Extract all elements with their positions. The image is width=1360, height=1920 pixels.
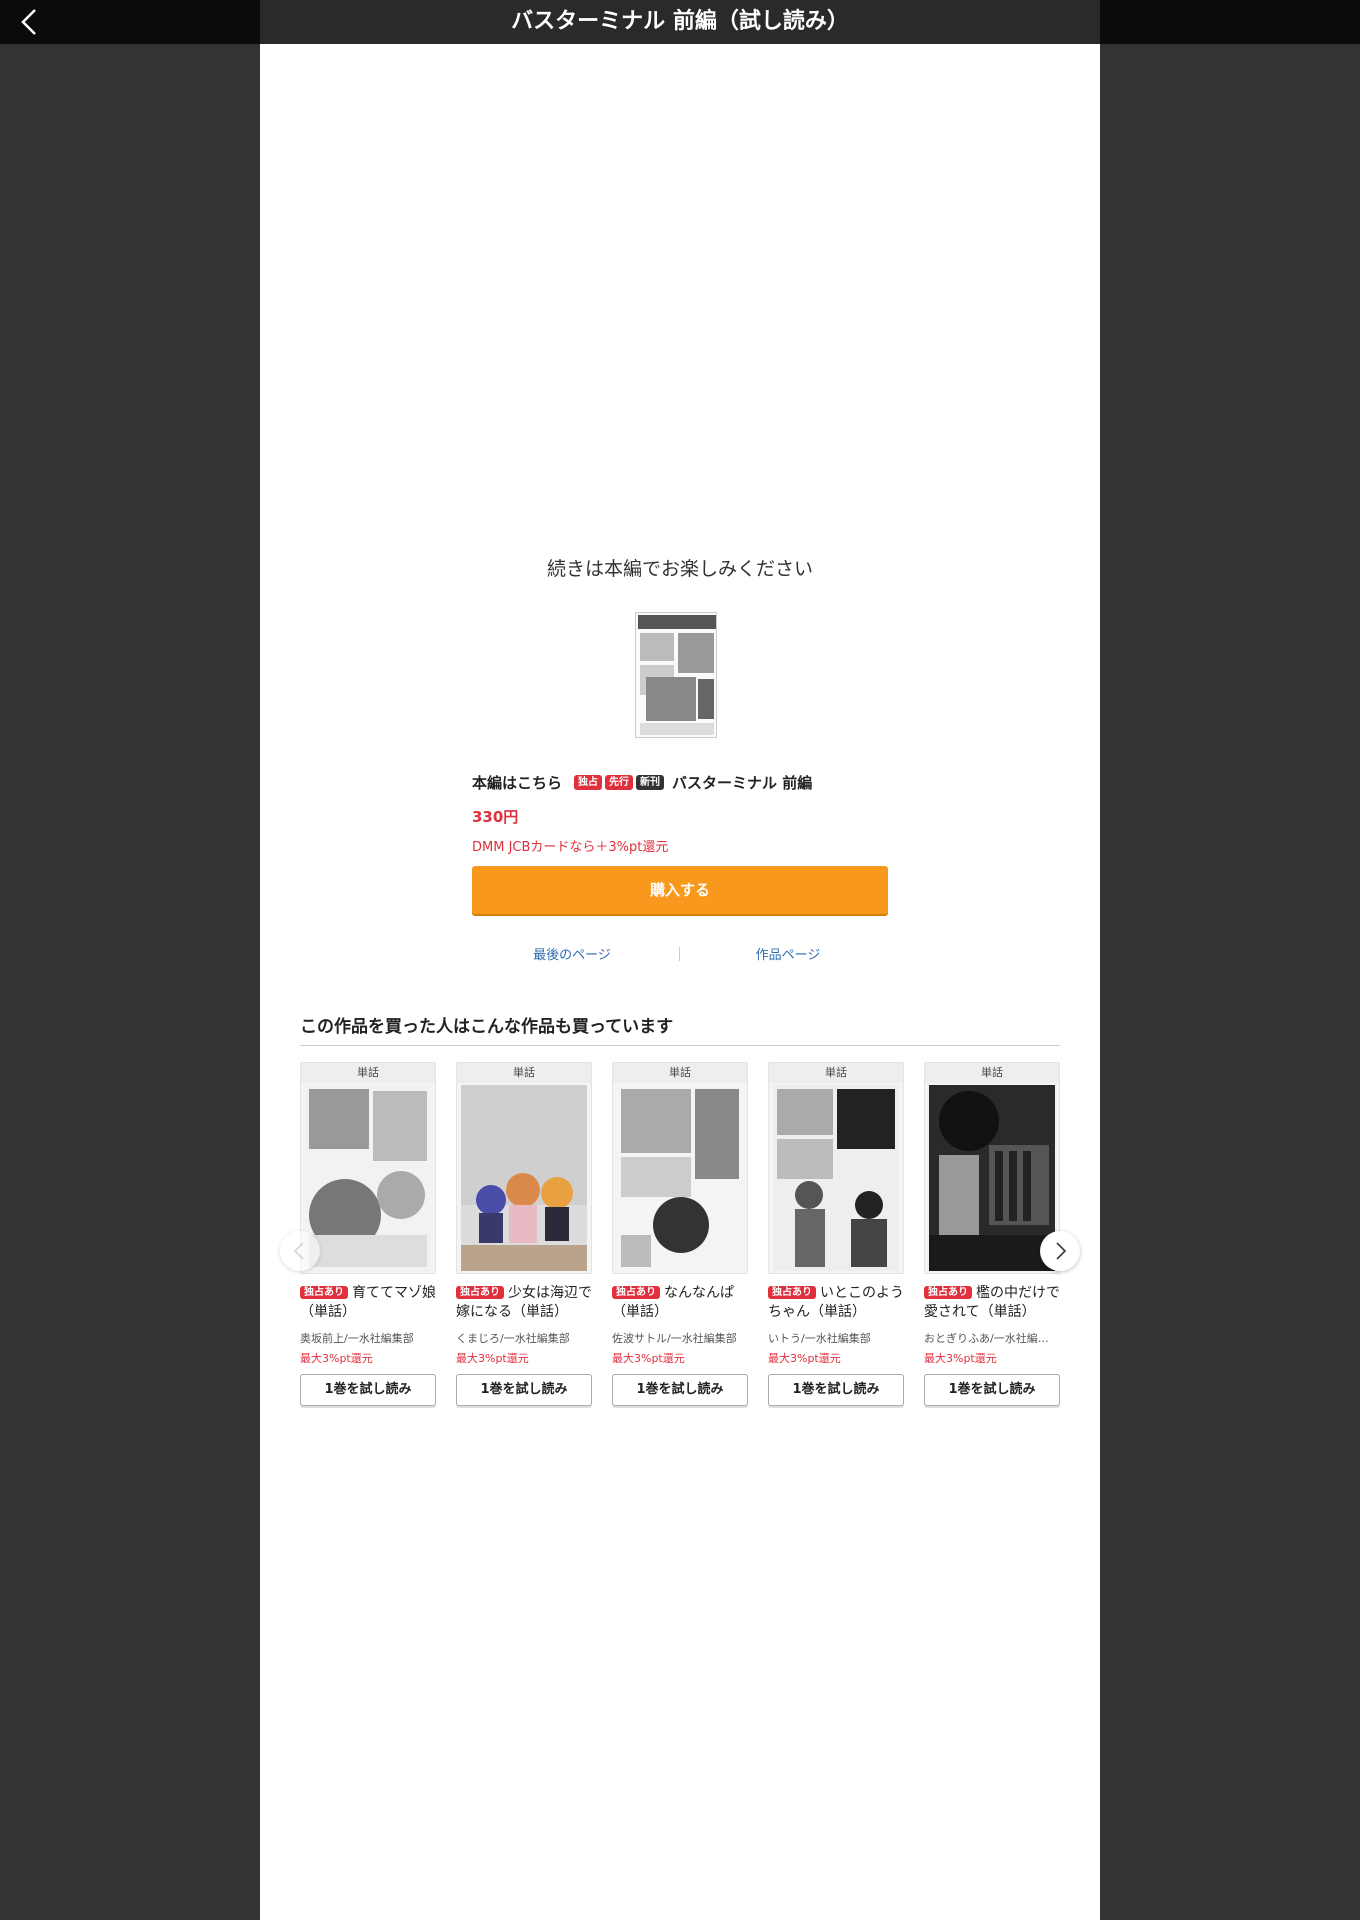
item-type-label: 単話: [769, 1063, 903, 1083]
sample-read-button[interactable]: 1巻を試し読み: [768, 1374, 904, 1406]
chevron-left-icon: [21, 9, 36, 35]
item-point: 最大3%pt還元: [456, 1352, 529, 1365]
recommendations-carousel: 単話 独占あり 育ててマゾ娘（単話） 奥坂前上/一水社編集部 最大3%pt還元 1…: [300, 1062, 1060, 1452]
chevron-right-icon: [1056, 1242, 1067, 1260]
list-item: 単話 独占あり 育ててマゾ娘（単話） 奥坂前上/一水社編集部 最大3%pt還元 1…: [300, 1062, 436, 1406]
item-type-label: 単話: [613, 1063, 747, 1083]
last-page-link[interactable]: 最後のページ: [472, 944, 672, 963]
item-title[interactable]: 独占あり 育ててマゾ娘（単話）: [300, 1284, 436, 1324]
exclusive-badge: 独占あり: [456, 1286, 504, 1299]
item-point: 最大3%pt還元: [612, 1352, 685, 1365]
reader-page: 続きは本編でお楽しみください 本編はこちら 独占 先行 新刊 バスターミナル 前…: [260, 44, 1100, 1920]
product-line: 本編はこちら 独占 先行 新刊 バスターミナル 前編: [472, 769, 932, 795]
item-title[interactable]: 独占あり いとこのようちゃん（単話）: [768, 1284, 904, 1324]
sample-read-button[interactable]: 1巻を試し読み: [300, 1374, 436, 1406]
list-item: 単話 独占あり 少女は海辺で嫁になる（単話） くまじろ/一水社編集部 最大3%pt…: [456, 1062, 592, 1406]
item-title[interactable]: 独占あり 檻の中だけで愛されて（単話）: [924, 1284, 1060, 1324]
recommendations-heading: この作品を買った人はこんな作品も買っています: [300, 1012, 1060, 1046]
item-point: 最大3%pt還元: [924, 1352, 997, 1365]
item-title[interactable]: 独占あり なんなんぱ（単話）: [612, 1284, 748, 1324]
item-author: くまじろ/一水社編集部: [456, 1332, 570, 1345]
sample-read-button[interactable]: 1巻を試し読み: [456, 1374, 592, 1406]
chevron-left-icon: [293, 1242, 304, 1260]
item-thumbnail[interactable]: 単話: [768, 1062, 904, 1274]
sample-read-button[interactable]: 1巻を試し読み: [612, 1374, 748, 1406]
continue-message: 続きは本編でお楽しみください: [546, 558, 813, 580]
page-title: バスターミナル 前編（試し読み）: [511, 9, 849, 34]
item-point: 最大3%pt還元: [300, 1352, 373, 1365]
new-release-badge: 新刊: [636, 774, 665, 790]
product-lead: 本編はこちら: [472, 773, 563, 792]
item-author: 奥坂前上/一水社編集部: [300, 1332, 414, 1345]
list-item: 単話 独占あり いとこのようちゃん（単話） いトう/一水社編集部 最大3%pt還元…: [768, 1062, 904, 1406]
item-cover-art: [305, 1085, 431, 1271]
item-thumbnail[interactable]: 単話: [300, 1062, 436, 1274]
exclusive-badge: 独占: [574, 774, 603, 790]
item-author: いトう/一水社編集部: [768, 1332, 871, 1345]
carousel-prev-button[interactable]: [280, 1231, 320, 1271]
buy-button[interactable]: 購入する: [472, 866, 888, 914]
exclusive-badge: 独占あり: [768, 1286, 816, 1299]
product-price: 330円: [472, 808, 519, 826]
carousel-next-button[interactable]: [1040, 1231, 1080, 1271]
early-release-badge: 先行: [605, 774, 634, 790]
item-title[interactable]: 独占あり 少女は海辺で嫁になる（単話）: [456, 1284, 592, 1324]
item-author: 佐波サトル/一水社編集部: [612, 1332, 737, 1345]
item-author: おとぎりふあ/一水社編…: [924, 1332, 1049, 1345]
list-item: 単話 独占あり なんなんぱ（単話） 佐波サトル/一水社編集部 最大3%pt還元 1…: [612, 1062, 748, 1406]
item-cover-art: [773, 1085, 899, 1271]
sample-read-button[interactable]: 1巻を試し読み: [924, 1374, 1060, 1406]
back-button[interactable]: [14, 6, 46, 38]
item-cover-art: [461, 1085, 587, 1271]
item-thumbnail[interactable]: 単話: [612, 1062, 748, 1274]
item-type-label: 単話: [925, 1063, 1059, 1083]
page-links: 最後のページ 作品ページ: [472, 944, 888, 966]
exclusive-badge: 独占あり: [612, 1286, 660, 1299]
work-page-link[interactable]: 作品ページ: [688, 944, 888, 963]
item-type-label: 単話: [457, 1063, 591, 1083]
item-type-label: 単話: [301, 1063, 435, 1083]
exclusive-badge: 独占あり: [924, 1286, 972, 1299]
item-cover-art: [617, 1085, 743, 1271]
exclusive-badge: 独占あり: [300, 1286, 348, 1299]
product-title-link[interactable]: バスターミナル 前編: [672, 772, 812, 793]
item-point: 最大3%pt還元: [768, 1352, 841, 1365]
item-thumbnail[interactable]: 単話: [456, 1062, 592, 1274]
product-cover-image[interactable]: [635, 612, 717, 738]
link-divider: [679, 947, 680, 961]
item-cover-art: [929, 1085, 1055, 1271]
point-campaign: DMM JCBカードなら＋3%pt還元: [472, 840, 669, 855]
